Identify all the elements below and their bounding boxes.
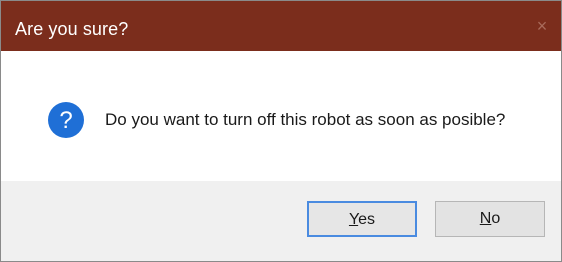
no-button[interactable]: No [435,201,545,237]
no-label-rest: o [491,210,501,227]
question-icon: ? [48,102,84,138]
title-bar[interactable]: Are you sure? × [1,1,561,51]
close-button[interactable]: × [529,13,555,39]
dialog-title: Are you sure? [15,19,129,39]
button-bar: Yes No [1,181,561,261]
yes-button[interactable]: Yes [307,201,417,237]
dialog-content: ? Do you want to turn off this robot as … [1,51,561,181]
svg-text:?: ? [59,107,72,134]
no-mnemonic: N [479,210,492,227]
confirm-dialog: Are you sure? × ? Do you want to turn of… [0,0,562,262]
yes-mnemonic: Y [348,211,359,228]
yes-label-rest: es [358,211,376,228]
dialog-message: Do you want to turn off this robot as so… [105,110,506,129]
